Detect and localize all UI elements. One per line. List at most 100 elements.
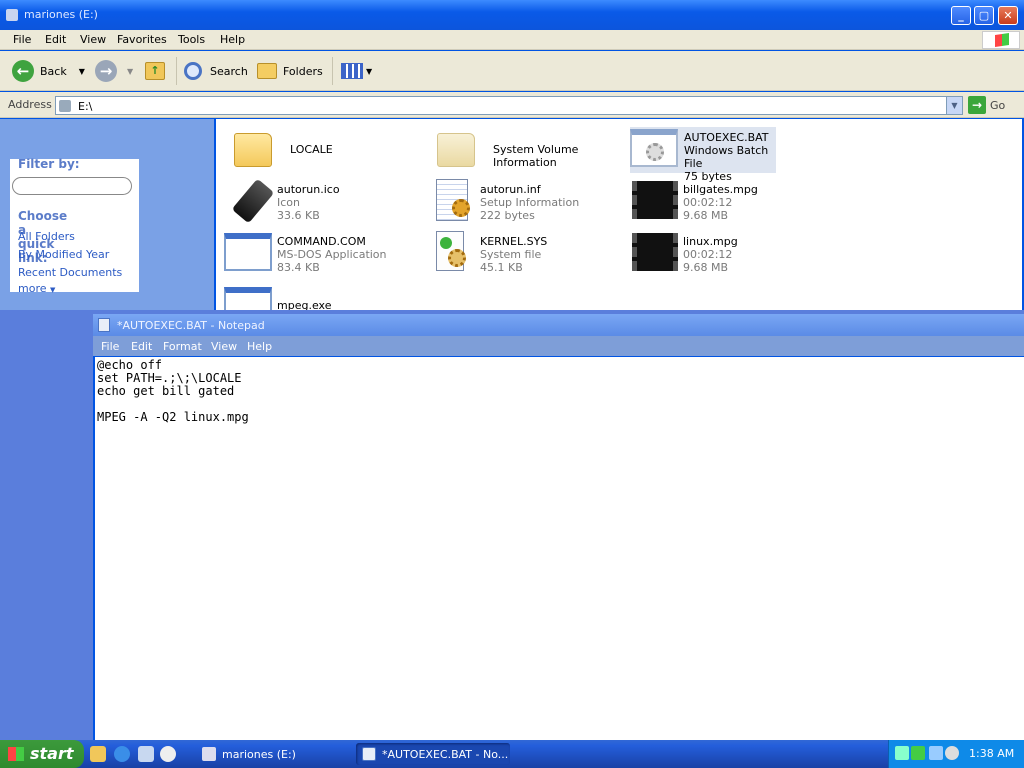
link-more[interactable]: more ▼ — [18, 282, 55, 295]
setup-info-icon — [428, 179, 476, 223]
views-icon — [341, 63, 363, 79]
task-notepad[interactable]: *AUTOEXEC.BAT - No... — [356, 743, 510, 765]
back-button[interactable]: ← Back ▼ — [12, 59, 85, 83]
drive-icon — [59, 100, 71, 112]
file-item-command-com[interactable]: COMMAND.COM MS-DOS Application 83.4 KB — [224, 231, 424, 279]
chevron-down-icon[interactable]: ▼ — [946, 97, 962, 114]
drive-icon — [6, 9, 18, 21]
internet-explorer-icon[interactable] — [114, 746, 130, 762]
chevron-down-icon[interactable]: ▼ — [127, 67, 133, 76]
video-file-icon — [630, 179, 678, 223]
folder-icon — [431, 127, 479, 171]
network-icon[interactable] — [895, 746, 909, 760]
file-item-autorun-ico[interactable]: autorun.ico Icon 33.6 KB — [228, 178, 428, 227]
filter-input[interactable] — [12, 177, 132, 195]
outlook-express-icon[interactable] — [138, 746, 154, 762]
forward-arrow-icon: → — [95, 60, 117, 82]
chevron-down-icon[interactable]: ▼ — [79, 67, 85, 76]
notepad-title-bar[interactable]: *AUTOEXEC.BAT - Notepad — [93, 314, 1024, 336]
file-name: autorun.ico — [277, 183, 340, 196]
views-button[interactable]: ▼ — [341, 59, 372, 83]
go-button[interactable]: → Go — [968, 96, 1005, 114]
menu-edit[interactable]: Edit — [45, 33, 66, 46]
more-label: more — [18, 282, 47, 295]
filter-heading: Filter by: — [18, 157, 80, 171]
file-type: Setup Information — [480, 196, 580, 209]
search-icon — [184, 62, 202, 80]
folders-button[interactable]: Folders — [257, 59, 323, 83]
forward-button[interactable]: → ▼ — [95, 59, 133, 83]
explorer-menu-bar: File Edit View Favorites Tools Help — [0, 30, 1024, 50]
file-type: MS-DOS Application — [277, 248, 387, 261]
explorer-title-bar[interactable]: mariones (E:) _ ▢ ✕ — [0, 0, 1024, 30]
task-explorer[interactable]: mariones (E:) — [196, 743, 348, 765]
file-item-autorun-inf[interactable]: autorun.inf Setup Information 222 bytes — [428, 179, 628, 227]
toolbar-separator — [332, 57, 333, 85]
notepad-menu-help[interactable]: Help — [247, 340, 272, 353]
quick-link-heading: Choose a quick link: — [18, 209, 68, 265]
link-by-modified-year[interactable]: By Modified Year — [18, 248, 109, 261]
menu-tools[interactable]: Tools — [178, 33, 205, 46]
file-duration: 00:02:12 — [683, 196, 733, 209]
explorer-quicklaunch-icon[interactable] — [90, 746, 106, 762]
link-recent-documents[interactable]: Recent Documents — [18, 266, 122, 279]
volume-icon[interactable] — [945, 746, 959, 760]
close-button[interactable]: ✕ — [998, 6, 1018, 25]
back-label: Back — [40, 64, 67, 78]
usb-drive-icon — [228, 178, 276, 224]
up-folder-button[interactable]: ↑ — [145, 59, 165, 83]
menu-help[interactable]: Help — [220, 33, 245, 46]
file-list: LOCALE System Volume Information AUTOEXE… — [216, 119, 1022, 310]
notepad-window: *AUTOEXEC.BAT - Notepad File Edit Format… — [93, 314, 1024, 740]
notepad-menu-view[interactable]: View — [211, 340, 237, 353]
notepad-icon — [98, 318, 110, 332]
link-all-folders[interactable]: All Folders — [18, 230, 75, 243]
menu-view[interactable]: View — [80, 33, 106, 46]
application-icon — [224, 231, 272, 275]
folder-icon — [228, 127, 276, 171]
file-name: COMMAND.COM — [277, 235, 366, 248]
system-file-icon — [428, 231, 476, 275]
menu-file[interactable]: File — [13, 33, 31, 46]
notepad-menu-format[interactable]: Format — [163, 340, 202, 353]
file-name: linux.mpg — [683, 235, 738, 248]
explorer-title: mariones (E:) — [24, 8, 98, 21]
folders-icon — [257, 63, 277, 79]
file-item-mpeg-exe[interactable]: mpeg.exe — [224, 285, 424, 310]
file-item-linux-mpg[interactable]: linux.mpg 00:02:12 9.68 MB — [630, 231, 830, 279]
notepad-menu-file[interactable]: File — [101, 340, 119, 353]
chevron-down-icon: ▼ — [366, 66, 373, 76]
media-player-icon[interactable] — [160, 746, 176, 762]
file-item-system-volume-information[interactable]: System Volume Information — [431, 127, 631, 175]
menu-favorites[interactable]: Favorites — [117, 33, 167, 46]
file-type: Icon — [277, 196, 300, 209]
file-item-billgates-mpg[interactable]: billgates.mpg 00:02:12 9.68 MB — [630, 179, 830, 227]
file-item-kernel-sys[interactable]: KERNEL.SYS System file 45.1 KB — [428, 231, 628, 279]
file-size: 222 bytes — [480, 209, 535, 222]
connection-icon[interactable] — [929, 746, 943, 760]
file-size: 9.68 MB — [683, 209, 729, 222]
notepad-menu-edit[interactable]: Edit — [131, 340, 152, 353]
minimize-button[interactable]: _ — [951, 6, 971, 25]
file-duration: 00:02:12 — [683, 248, 733, 261]
go-label: Go — [990, 98, 1006, 112]
file-name: autorun.inf — [480, 183, 541, 196]
address-input[interactable]: E:\ ▼ — [55, 96, 963, 115]
up-folder-icon: ↑ — [145, 62, 165, 80]
search-button[interactable]: Search — [184, 59, 248, 83]
folders-label: Folders — [283, 64, 323, 78]
task-label: *AUTOEXEC.BAT - No... — [382, 748, 509, 761]
maximize-button[interactable]: ▢ — [974, 6, 994, 25]
clock[interactable]: 1:38 AM — [969, 747, 1014, 760]
file-size: 9.68 MB — [683, 261, 729, 274]
explorer-window: mariones (E:) _ ▢ ✕ File Edit View Favor… — [0, 0, 1024, 310]
file-name: mpeg.exe — [277, 299, 332, 310]
notepad-text-area[interactable]: @echo off set PATH=.;\;\LOCALE echo get … — [95, 357, 1024, 740]
windows-logo-icon — [982, 31, 1020, 49]
safely-remove-icon[interactable] — [911, 746, 925, 760]
start-button[interactable]: start — [0, 740, 84, 768]
file-name: billgates.mpg — [683, 183, 758, 196]
chevron-down-icon: ▼ — [50, 286, 56, 294]
file-item-autoexec-bat[interactable]: AUTOEXEC.BAT Windows Batch File 75 bytes — [630, 127, 776, 183]
file-item-locale[interactable]: LOCALE — [228, 127, 428, 175]
